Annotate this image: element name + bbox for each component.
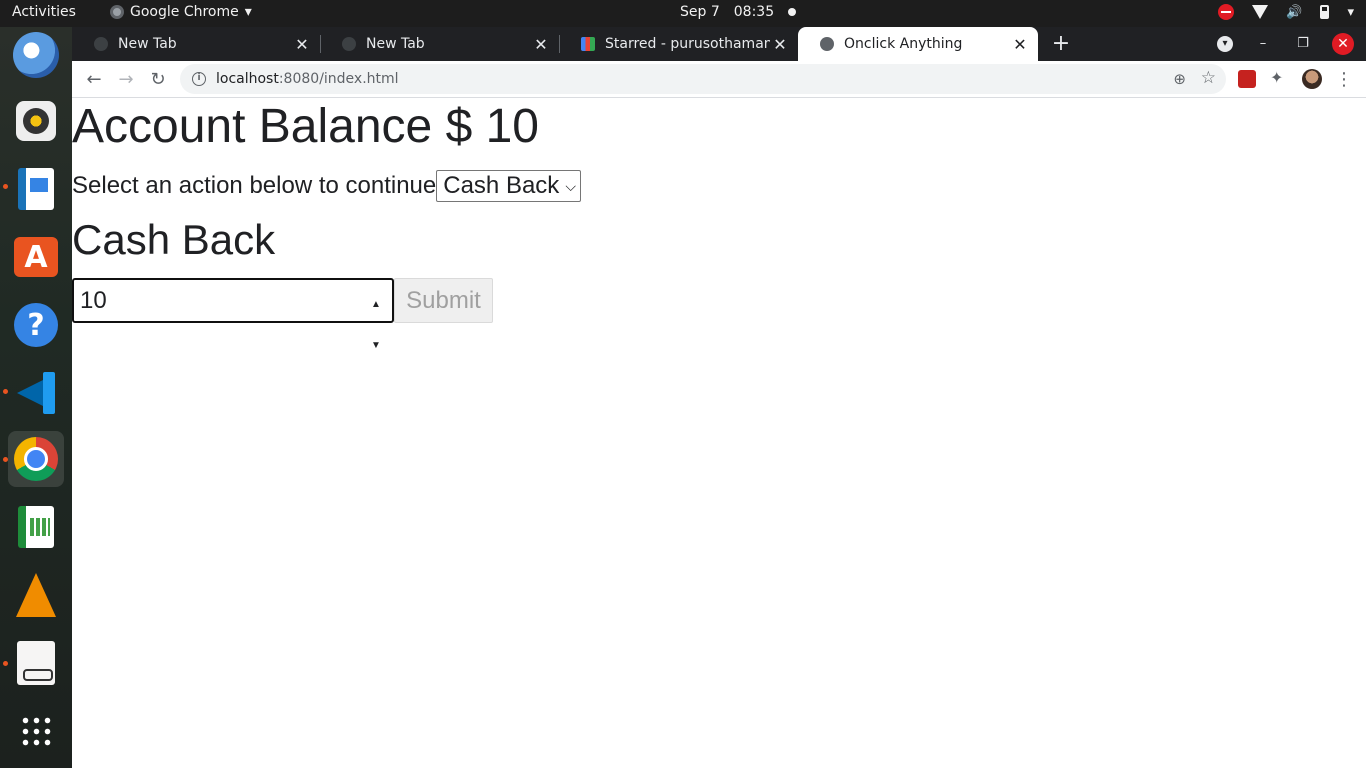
libreoffice-calc-icon bbox=[18, 506, 54, 548]
extension-icon[interactable] bbox=[1238, 70, 1256, 88]
chevron-down-icon: ⌵ bbox=[565, 177, 576, 194]
tab-title: Starred - purusothaman@ bbox=[605, 36, 770, 52]
more-menu-icon[interactable]: ⋮ bbox=[1334, 66, 1354, 94]
tab-gmail-starred[interactable]: Starred - purusothaman@ ✕ bbox=[559, 27, 798, 61]
submit-button[interactable]: Submit bbox=[394, 278, 493, 323]
zoom-icon[interactable]: ⊕ bbox=[1173, 70, 1186, 88]
notification-dot-icon bbox=[788, 8, 797, 16]
chrome-app-icon bbox=[110, 5, 124, 19]
clock[interactable]: Sep 7 08:35 bbox=[680, 4, 797, 20]
battery-icon bbox=[1320, 5, 1330, 19]
dock-chrome[interactable] bbox=[8, 431, 64, 487]
tab-onclick-anything[interactable]: Onclick Anything ✕ bbox=[798, 27, 1038, 61]
reload-icon[interactable]: ↻ bbox=[144, 66, 172, 94]
dock-software[interactable]: A bbox=[8, 229, 64, 285]
power-menu-icon: ▾ bbox=[1347, 4, 1354, 20]
close-tab-icon[interactable]: ✕ bbox=[292, 35, 312, 54]
spinner-down-icon[interactable]: ▼ bbox=[371, 325, 381, 366]
number-spinner[interactable]: ▲ ▼ bbox=[366, 284, 386, 351]
wifi-icon bbox=[1252, 5, 1269, 19]
dock-document-viewer[interactable] bbox=[8, 635, 64, 691]
minimize-icon[interactable]: – bbox=[1252, 33, 1274, 55]
restore-icon[interactable]: ❐ bbox=[1292, 33, 1314, 55]
close-tab-icon[interactable]: ✕ bbox=[531, 35, 551, 54]
new-tab-button[interactable]: + bbox=[1048, 31, 1074, 57]
libreoffice-writer-icon bbox=[18, 168, 54, 210]
action-select-value: Cash Back bbox=[443, 172, 560, 199]
tab-title: New Tab bbox=[366, 36, 425, 52]
tab-new-tab-2[interactable]: New Tab ✕ bbox=[320, 27, 559, 61]
section-heading: Cash Back bbox=[72, 216, 276, 263]
back-icon[interactable]: ← bbox=[80, 66, 108, 94]
vlc-icon bbox=[16, 573, 56, 617]
vscode-icon bbox=[15, 372, 57, 414]
document-viewer-icon bbox=[17, 641, 55, 685]
action-select[interactable]: Cash Back ⌵ bbox=[436, 170, 581, 202]
system-top-bar: Activities Google Chrome ▾ Sep 7 08:35 🔊… bbox=[0, 0, 1366, 27]
rhythmbox-icon bbox=[16, 101, 56, 141]
site-info-icon[interactable]: i bbox=[192, 72, 206, 86]
chrome-tab-icon bbox=[342, 37, 356, 51]
extensions-puzzle-icon[interactable]: ✦ bbox=[1270, 68, 1288, 87]
show-applications-button[interactable] bbox=[8, 703, 64, 759]
clock-time: 08:35 bbox=[733, 4, 775, 20]
balance-heading: Account Balance $ 10 bbox=[72, 100, 539, 153]
browser-toolbar: ← → ↻ i localhost :8080/index.html ⊕ ☆ ✦… bbox=[72, 61, 1366, 98]
app-grid-icon bbox=[20, 715, 52, 747]
clock-date: Sep 7 bbox=[680, 4, 720, 20]
close-window-icon[interactable]: ✕ bbox=[1332, 33, 1354, 55]
gmail-icon bbox=[581, 37, 595, 51]
amount-input[interactable]: 10 ▲ ▼ bbox=[72, 278, 394, 351]
globe-icon bbox=[820, 37, 834, 51]
chrome-tab-icon bbox=[94, 37, 108, 51]
action-select-row: Select an action below to continue Cash … bbox=[72, 170, 581, 202]
app-menu-label: Google Chrome bbox=[130, 4, 239, 20]
url-path: :8080/index.html bbox=[278, 71, 399, 87]
forward-icon[interactable]: → bbox=[112, 66, 140, 94]
address-bar[interactable]: i localhost :8080/index.html ⊕ ☆ bbox=[180, 64, 1226, 94]
bookmark-star-icon[interactable]: ☆ bbox=[1201, 68, 1216, 88]
tab-strip: New Tab ✕ New Tab ✕ Starred - purusotham… bbox=[72, 27, 1366, 61]
do-not-disturb-icon[interactable] bbox=[1218, 4, 1235, 20]
page-content: Account Balance $ 10 Select an action be… bbox=[72, 99, 1366, 768]
tab-new-tab-1[interactable]: New Tab ✕ bbox=[72, 27, 320, 61]
dock-writer[interactable] bbox=[8, 161, 64, 217]
chrome-window: New Tab ✕ New Tab ✕ Starred - purusotham… bbox=[72, 27, 1366, 768]
thunderbird-icon bbox=[13, 32, 59, 78]
tab-title: Onclick Anything bbox=[844, 36, 963, 52]
system-tray[interactable]: 🔊 ▾ bbox=[1218, 4, 1354, 20]
dock-vlc[interactable] bbox=[8, 567, 64, 623]
tab-title: New Tab bbox=[118, 36, 177, 52]
dock-thunderbird[interactable] bbox=[8, 27, 64, 83]
dock-rhythmbox[interactable] bbox=[8, 93, 64, 149]
volume-icon: 🔊 bbox=[1286, 4, 1303, 20]
url-host: localhost bbox=[216, 71, 279, 87]
app-menu[interactable]: Google Chrome ▾ bbox=[110, 4, 252, 20]
chrome-icon bbox=[14, 437, 58, 481]
help-icon: ? bbox=[14, 303, 58, 347]
close-tab-icon[interactable]: ✕ bbox=[770, 35, 790, 54]
amount-value: 10 bbox=[80, 287, 107, 314]
dock: A ? bbox=[0, 27, 72, 768]
software-store-icon: A bbox=[14, 237, 58, 277]
tab-search-icon[interactable]: ▾ bbox=[1217, 36, 1233, 52]
select-prompt: Select an action below to continue bbox=[72, 172, 437, 199]
profile-avatar[interactable] bbox=[1302, 69, 1322, 89]
close-tab-icon[interactable]: ✕ bbox=[1010, 35, 1030, 54]
activities-button[interactable]: Activities bbox=[12, 4, 76, 20]
caret-down-icon: ▾ bbox=[244, 4, 252, 20]
dock-vscode[interactable] bbox=[8, 365, 64, 421]
dock-calc[interactable] bbox=[8, 499, 64, 555]
spinner-up-icon[interactable]: ▲ bbox=[371, 284, 381, 325]
dock-help[interactable]: ? bbox=[8, 297, 64, 353]
